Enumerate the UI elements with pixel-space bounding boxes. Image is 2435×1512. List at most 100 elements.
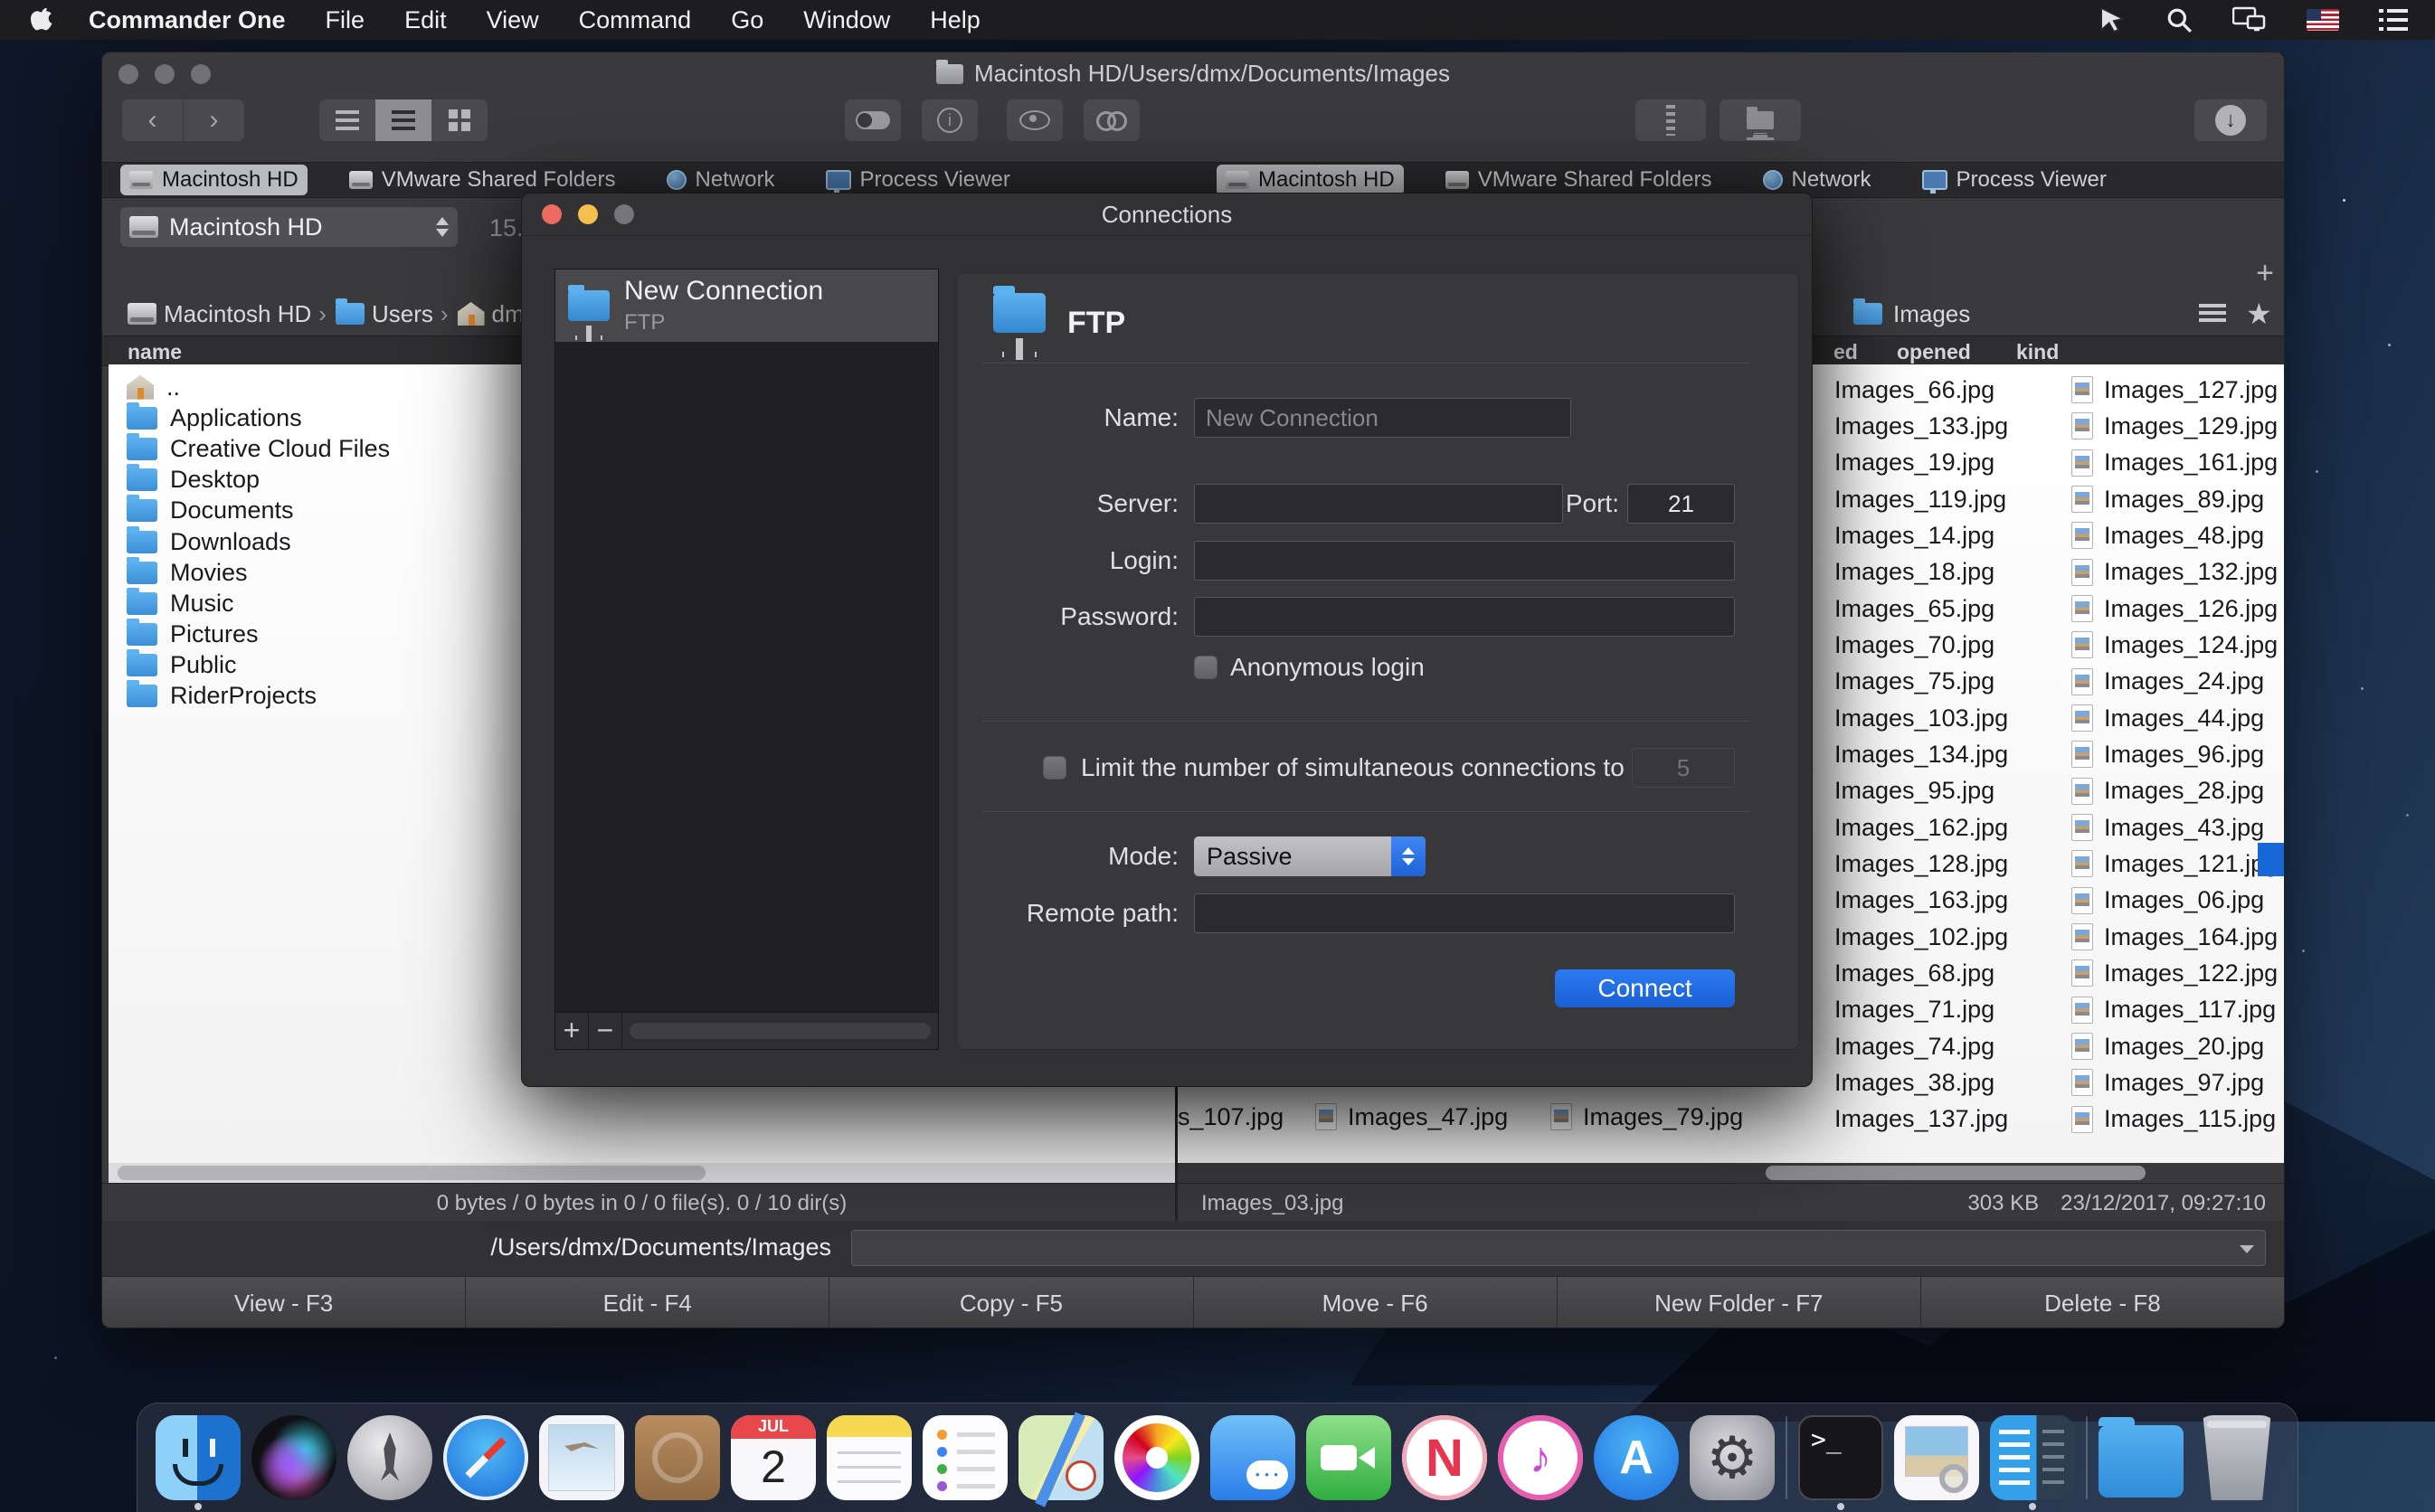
file-row[interactable]: Images_66.jpg	[1834, 372, 2008, 408]
file-row[interactable]: Images_79.jpg	[1550, 1100, 1743, 1134]
forward-button[interactable]: ›	[184, 99, 244, 141]
file-row[interactable]: Images_47.jpg	[1315, 1100, 1508, 1134]
breadcrumb-item[interactable]: dm	[458, 300, 525, 328]
selected-file-fragment[interactable]	[2258, 843, 2285, 876]
anonymous-login-checkbox[interactable]	[1194, 656, 1218, 679]
file-row[interactable]: Images_71.jpg	[1834, 992, 2008, 1028]
file-row[interactable]: Images_44.jpg	[2071, 700, 2278, 736]
file-row[interactable]: Images_117.jpg	[2071, 992, 2278, 1028]
dock-safari[interactable]	[443, 1415, 528, 1500]
function-key-button[interactable]: New Folder - F7	[1558, 1277, 1920, 1328]
dock-reminders[interactable]	[923, 1415, 1008, 1500]
search-files-button[interactable]	[1084, 99, 1140, 141]
app-menu-title[interactable]: Commander One	[89, 6, 286, 34]
file-row[interactable]: Images_121.jpg	[2071, 846, 2278, 882]
back-button[interactable]: ‹	[122, 99, 183, 141]
file-row[interactable]: Images_102.jpg	[1834, 919, 2008, 955]
file-row[interactable]: Images_68.jpg	[1834, 955, 2008, 991]
toggle-panel-button[interactable]	[845, 99, 901, 141]
dock-system-preferences[interactable]: ⚙	[1690, 1415, 1775, 1500]
file-row[interactable]: Images_134.jpg	[1834, 736, 2008, 772]
file-row[interactable]: Images_38.jpg	[1834, 1064, 2008, 1101]
tab[interactable]: Macintosh HD	[1217, 165, 1404, 195]
file-row[interactable]: Images_95.jpg	[1834, 773, 2008, 809]
displays-icon[interactable]	[2232, 6, 2267, 33]
file-row[interactable]: Images_43.jpg	[2071, 809, 2278, 846]
dock-notes[interactable]	[827, 1415, 912, 1500]
favorites-star-icon[interactable]: ★	[2246, 297, 2272, 331]
dock-divider[interactable]	[1786, 1416, 1787, 1499]
window-titlebar[interactable]: Macintosh HD/Users/dmx/Documents/Images	[102, 52, 2284, 95]
tab[interactable]: Network	[658, 165, 784, 195]
file-row[interactable]: Images_18.jpg	[1834, 554, 2008, 591]
file-row[interactable]: Images_103.jpg	[1834, 700, 2008, 736]
remove-connection-button[interactable]: −	[589, 1014, 622, 1048]
file-row[interactable]: Images_74.jpg	[1834, 1028, 2008, 1064]
dialog-titlebar[interactable]: Connections	[522, 194, 1812, 236]
dock-maps[interactable]	[1019, 1415, 1104, 1500]
remote-path-field[interactable]	[1194, 893, 1735, 933]
tab[interactable]: VMware Shared Folders	[1436, 165, 1721, 195]
dock-messages[interactable]	[1210, 1415, 1295, 1500]
add-connection-button[interactable]: +	[555, 1014, 589, 1048]
file-row[interactable]: Images_97.jpg	[2071, 1064, 2278, 1101]
file-row[interactable]: Images_132.jpg	[2071, 554, 2278, 591]
file-row[interactable]: Images_124.jpg	[2071, 627, 2278, 663]
dock-downloads[interactable]	[2099, 1418, 2184, 1498]
dock-mail[interactable]	[539, 1415, 624, 1500]
input-language-flag-icon[interactable]	[2307, 9, 2339, 31]
menu-item[interactable]: View	[487, 6, 539, 34]
connection-list-item[interactable]: New Connection FTP	[555, 269, 938, 342]
file-row[interactable]: Images_162.jpg	[1834, 809, 2008, 846]
file-row[interactable]: Images_129.jpg	[2071, 408, 2278, 444]
scrollbar-thumb[interactable]	[1766, 1166, 2146, 1180]
archive-button[interactable]	[1635, 99, 1706, 141]
column-header-opened[interactable]: opened	[1897, 340, 1971, 364]
function-key-button[interactable]: Copy - F5	[829, 1277, 1192, 1328]
menu-item[interactable]: Help	[930, 6, 981, 34]
limit-connections-checkbox[interactable]	[1043, 756, 1066, 780]
menu-item[interactable]: Window	[803, 6, 890, 34]
name-field[interactable]	[1194, 398, 1571, 438]
file-row[interactable]: Images_163.jpg	[1834, 883, 2008, 919]
right-breadcrumb[interactable]: Images	[1853, 295, 1970, 333]
dock-preview[interactable]	[1894, 1415, 1979, 1500]
network-connection-button[interactable]	[1720, 99, 1801, 141]
dock-launchpad[interactable]	[347, 1415, 432, 1500]
file-row[interactable]: Images_96.jpg	[2071, 736, 2278, 772]
mode-dropdown[interactable]: Passive	[1194, 836, 1426, 876]
dock-siri[interactable]	[251, 1415, 336, 1500]
tab[interactable]: Macintosh HD	[120, 165, 308, 195]
detailed-view-button[interactable]	[375, 99, 431, 141]
file-row[interactable]: Images_127.jpg	[2071, 372, 2278, 408]
dock-photos[interactable]	[1114, 1415, 1199, 1500]
dock-facetime[interactable]	[1306, 1415, 1391, 1500]
column-header-name[interactable]: name	[128, 340, 182, 364]
tab[interactable]: VMware Shared Folders	[340, 165, 625, 195]
dock-news[interactable]: N	[1402, 1415, 1487, 1500]
add-tab-button[interactable]: +	[2251, 260, 2279, 288]
downloads-queue-button[interactable]: ↓	[2194, 99, 2267, 141]
file-row[interactable]: Images_161.jpg	[2071, 445, 2278, 481]
function-key-button[interactable]: Edit - F4	[466, 1277, 829, 1328]
menu-item[interactable]: File	[326, 6, 365, 34]
menu-item[interactable]: Edit	[404, 6, 447, 34]
dock-trash[interactable]	[2194, 1415, 2279, 1500]
scrollbar-thumb[interactable]	[118, 1166, 706, 1180]
password-field[interactable]	[1194, 597, 1735, 637]
file-row[interactable]: Images_122.jpg	[2071, 955, 2278, 991]
dock-terminal[interactable]: >_	[1798, 1415, 1883, 1500]
dock-finder[interactable]	[156, 1415, 241, 1500]
login-field[interactable]	[1194, 541, 1735, 581]
list-icon[interactable]	[2379, 8, 2408, 32]
file-row[interactable]: Images_128.jpg	[1834, 846, 2008, 882]
port-field[interactable]	[1627, 484, 1735, 524]
left-horizontal-scrollbar[interactable]	[109, 1163, 1175, 1183]
dock-calendar[interactable]: JUL 2	[731, 1415, 816, 1500]
file-row[interactable]: Images_48.jpg	[2071, 517, 2278, 553]
column-header-modified[interactable]: ed	[1833, 340, 1858, 364]
file-row[interactable]: Images_75.jpg	[1834, 664, 2008, 700]
dock-contacts[interactable]	[635, 1415, 720, 1500]
server-field[interactable]	[1194, 484, 1563, 524]
file-row[interactable]: Images_164.jpg	[2071, 919, 2278, 955]
